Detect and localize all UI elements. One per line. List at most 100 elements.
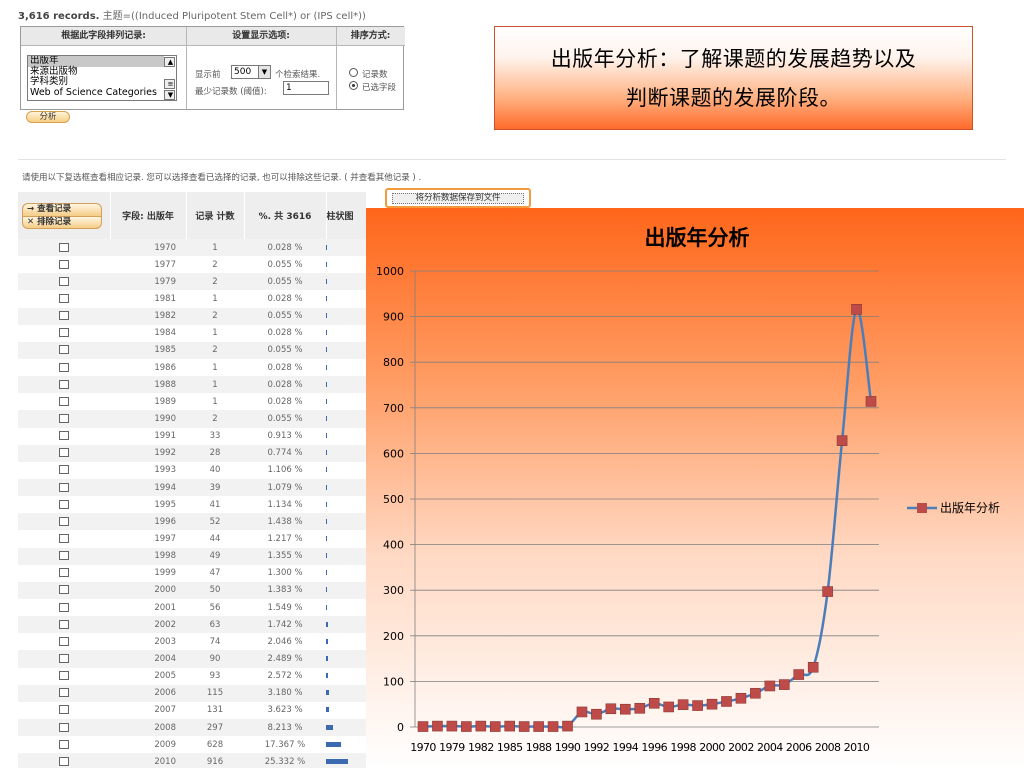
row-bar xyxy=(326,570,327,576)
column-header-percent[interactable]: %. 共 3616 xyxy=(244,192,327,239)
row-select-cell xyxy=(18,256,110,273)
row-checkbox[interactable] xyxy=(59,482,69,492)
row-select-cell xyxy=(18,684,110,702)
row-checkbox[interactable] xyxy=(59,636,69,646)
x-tick-label: 1982 xyxy=(468,741,494,754)
row-checkbox[interactable] xyxy=(59,448,69,458)
row-checkbox[interactable] xyxy=(59,379,69,389)
row-select-cell xyxy=(18,513,110,531)
row-count: 1 xyxy=(186,376,244,394)
row-checkbox[interactable] xyxy=(59,653,69,663)
row-checkbox[interactable] xyxy=(59,671,69,681)
sort-order-header: 排序方式: xyxy=(336,27,405,46)
row-checkbox[interactable] xyxy=(59,276,69,286)
row-count: 1 xyxy=(212,328,218,339)
min-records-input[interactable]: 1 xyxy=(283,81,329,95)
row-select-cell xyxy=(18,478,110,497)
view-records-button[interactable]: → 查看记录 xyxy=(22,202,102,216)
data-point xyxy=(446,720,458,732)
row-checkbox[interactable] xyxy=(59,413,69,423)
row-bar xyxy=(326,398,327,404)
scroll-up-icon[interactable]: ▲ xyxy=(164,57,175,67)
row-bar xyxy=(326,655,328,661)
row-count: 50 xyxy=(186,581,244,599)
row-checkbox[interactable] xyxy=(59,328,69,338)
data-point xyxy=(836,435,848,446)
exclude-records-button[interactable]: ✕ 排除记录 xyxy=(22,215,102,229)
row-checkbox[interactable] xyxy=(59,242,69,252)
save-analysis-button[interactable]: 将分析数据保存到文件 xyxy=(385,188,531,208)
chart-panel: 出版年分析 0 100 200 300 400 500 600 700 800 900 1000 197… xyxy=(366,208,1024,768)
row-bar-cell xyxy=(326,513,366,531)
row-percent: 2.489 % xyxy=(244,650,326,668)
chevron-down-icon[interactable]: ▼ xyxy=(258,66,270,78)
row-count: 41 xyxy=(209,499,221,510)
row-checkbox[interactable] xyxy=(59,311,69,321)
row-checkbox[interactable] xyxy=(59,259,69,269)
row-checkbox[interactable] xyxy=(59,722,69,732)
row-checkbox[interactable] xyxy=(59,602,69,612)
scroll-down-icon[interactable]: ▼ xyxy=(164,90,175,100)
row-bar xyxy=(326,347,327,353)
row-checkbox[interactable] xyxy=(59,396,69,406)
field-option[interactable]: 出版年 xyxy=(28,56,164,67)
row-year: 1990 xyxy=(110,410,186,428)
table-row: 1993 40 1.106 % xyxy=(18,462,366,479)
row-percent: 0.028 % xyxy=(267,362,303,373)
row-checkbox[interactable] xyxy=(59,431,69,441)
row-checkbox[interactable] xyxy=(59,551,69,561)
row-checkbox[interactable] xyxy=(59,499,69,509)
row-checkbox[interactable] xyxy=(59,619,69,629)
field-option[interactable]: Web of Science Categories xyxy=(28,87,164,99)
column-header-count[interactable]: 记录 计数 xyxy=(186,192,245,239)
table-row: 2000 50 1.383 % xyxy=(18,581,366,599)
row-year: 1986 xyxy=(154,362,176,373)
sort-by-count-radio[interactable] xyxy=(349,68,358,77)
row-checkbox[interactable] xyxy=(59,585,69,595)
row-select-cell xyxy=(18,565,110,582)
row-year: 1988 xyxy=(110,376,186,394)
x-tick-label: 1992 xyxy=(584,741,610,754)
show-top-select[interactable]: 500 ▼ xyxy=(231,65,271,79)
data-point xyxy=(533,721,544,732)
row-checkbox[interactable] xyxy=(59,705,69,715)
row-checkbox[interactable] xyxy=(59,516,69,526)
panel-divider xyxy=(186,27,187,109)
row-checkbox[interactable] xyxy=(59,568,69,578)
column-header-year[interactable]: 字段: 出版年 xyxy=(110,192,187,239)
field-option[interactable]: 学科类别 xyxy=(28,76,164,88)
table-header-row: → 查看记录 ✕ 排除记录 字段: 出版年 记录 计数 %. 共 3616 柱状… xyxy=(18,192,366,239)
sort-by-field-radio[interactable] xyxy=(349,81,358,90)
row-checkbox[interactable] xyxy=(59,688,69,698)
table-row: 2005 93 2.572 % xyxy=(18,668,366,685)
data-point xyxy=(591,708,602,720)
data-point xyxy=(562,720,573,732)
analyze-button[interactable]: 分析 xyxy=(26,111,70,123)
row-bar-cell xyxy=(326,410,366,428)
row-checkbox[interactable] xyxy=(59,739,69,749)
row-checkbox[interactable] xyxy=(59,293,69,303)
data-point xyxy=(692,700,703,711)
y-tick-label: 500 xyxy=(383,493,404,506)
row-select-cell xyxy=(18,581,110,599)
row-checkbox[interactable] xyxy=(59,533,69,543)
row-checkbox[interactable] xyxy=(59,756,69,766)
row-checkbox[interactable] xyxy=(59,362,69,372)
row-select-cell xyxy=(18,341,110,359)
scroll-thumb[interactable]: ≡ xyxy=(164,79,175,89)
row-year: 2003 xyxy=(154,636,176,647)
row-year: 2005 xyxy=(154,671,176,682)
row-select-cell xyxy=(18,616,110,634)
row-checkbox[interactable] xyxy=(59,465,69,475)
x-tick-label: 1970 xyxy=(410,741,436,754)
row-count: 1 xyxy=(186,239,244,257)
data-point xyxy=(764,680,776,692)
row-percent: 1.134 % xyxy=(267,499,303,510)
row-year: 2006 xyxy=(110,684,186,702)
callout-line-1: 出版年分析：了解课题的发展趋势以及 xyxy=(550,47,917,71)
row-bar xyxy=(326,467,327,473)
row-checkbox[interactable] xyxy=(59,345,69,355)
row-year: 1970 xyxy=(110,239,186,257)
rank-field-listbox[interactable]: 出版年 来源出版物 学科类别 Web of Science Categories… xyxy=(27,55,177,101)
row-select-cell xyxy=(18,444,110,462)
